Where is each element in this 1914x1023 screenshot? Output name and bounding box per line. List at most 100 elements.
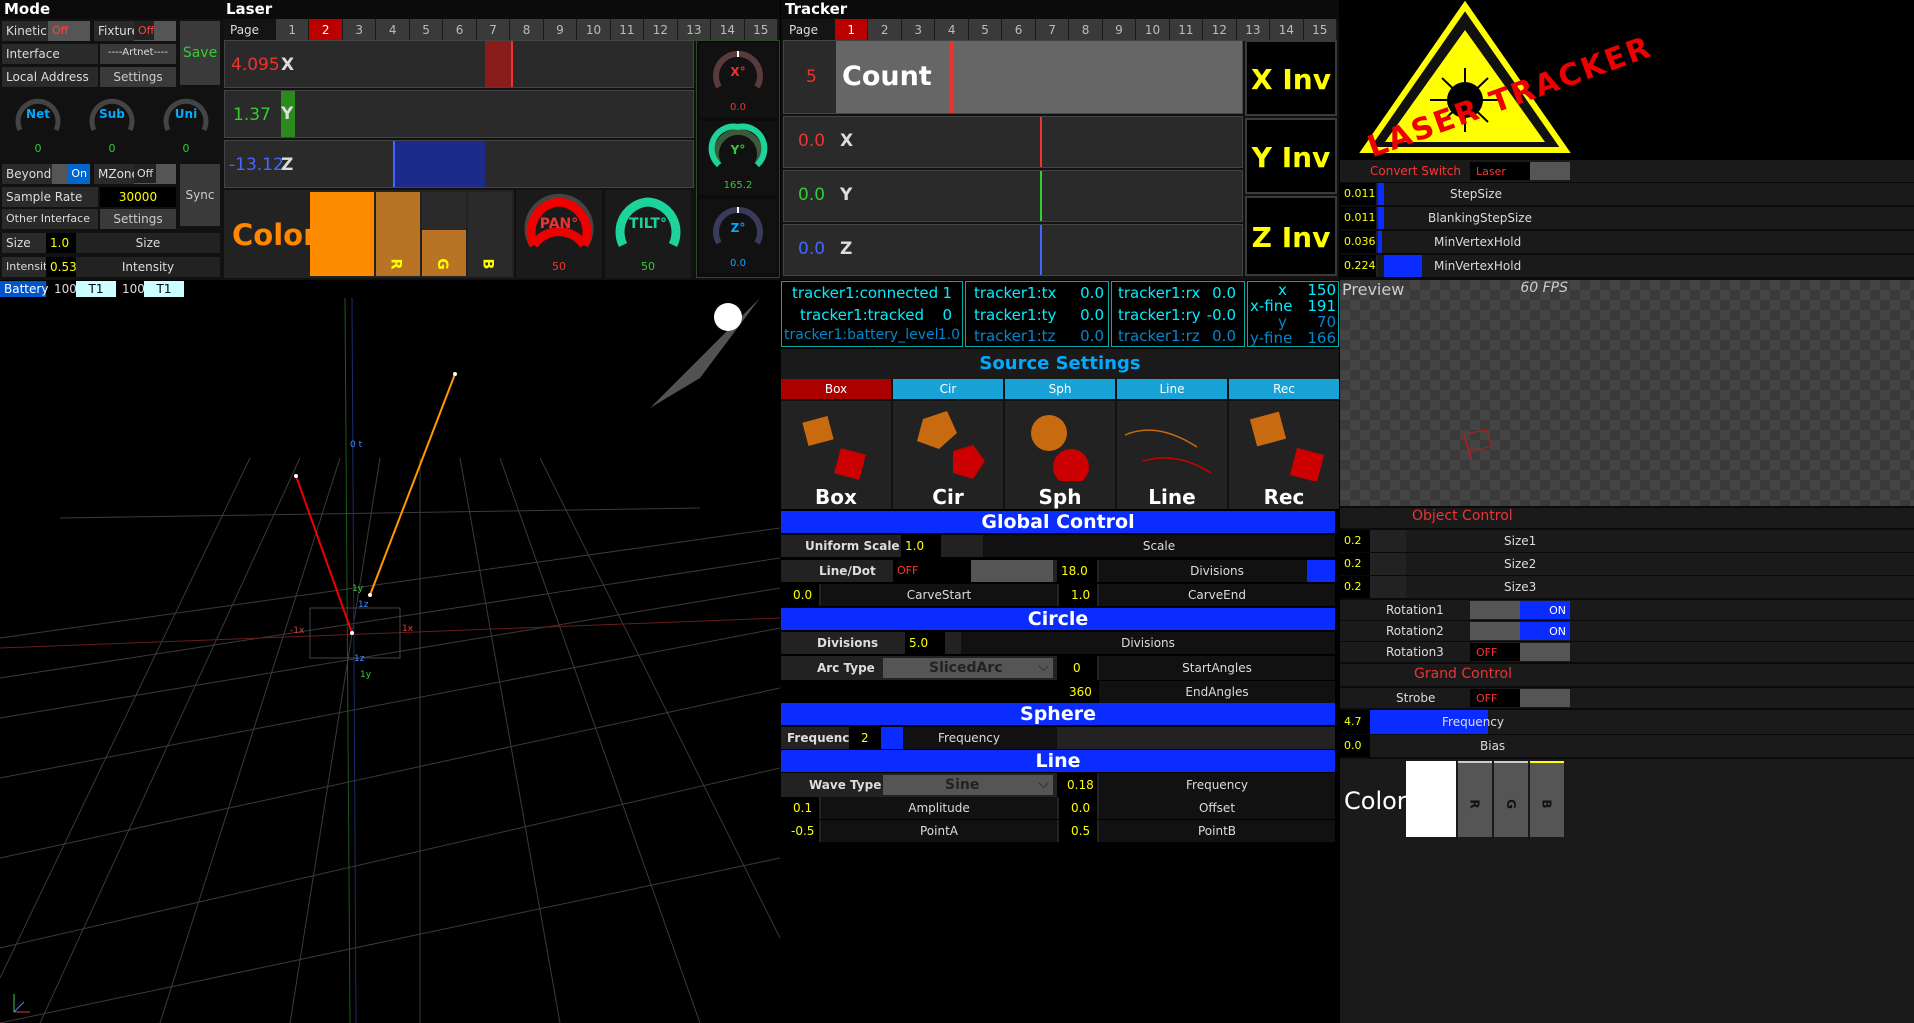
start-angles-value[interactable]: 0 bbox=[1057, 656, 1097, 680]
carve-start-value[interactable]: 0.0 bbox=[781, 584, 819, 606]
source-thumb-cir[interactable]: Cir bbox=[893, 401, 1003, 509]
x-rotation-knob[interactable]: X° 0.0 bbox=[699, 43, 777, 117]
min-vertex-hold-value-1[interactable]: 0.036 bbox=[1340, 231, 1376, 253]
laser-page-13[interactable]: 13 bbox=[677, 19, 712, 41]
z-invert-button[interactable]: Z Inv bbox=[1245, 196, 1337, 276]
y-rotation-knob[interactable]: Y° 165.2 bbox=[699, 121, 777, 195]
tracker-page-10[interactable]: 10 bbox=[1136, 19, 1170, 41]
tracker-page-2[interactable]: 2 bbox=[868, 19, 902, 41]
tracker-page-14[interactable]: 14 bbox=[1270, 19, 1304, 41]
laser-page-11[interactable]: 11 bbox=[610, 19, 645, 41]
tracker-z-slider[interactable]: 0.0 Z bbox=[783, 224, 1243, 276]
kinetic-toggle[interactable]: Off bbox=[48, 21, 90, 41]
rotation2-toggle[interactable]: ON bbox=[1470, 622, 1570, 640]
amplitude-value[interactable]: 0.1 bbox=[781, 797, 819, 819]
laser-page-14[interactable]: 14 bbox=[711, 19, 745, 41]
source-thumb-box[interactable]: Box bbox=[781, 401, 891, 509]
tracker-page-6[interactable]: 6 bbox=[1002, 19, 1036, 41]
source-tab-line[interactable]: Line bbox=[1117, 379, 1227, 399]
divisions-slider[interactable]: Divisions bbox=[1099, 560, 1335, 582]
source-tab-sph[interactable]: Sph bbox=[1005, 379, 1115, 399]
point-a-value[interactable]: -0.5 bbox=[781, 820, 819, 842]
pan-knob[interactable]: PAN° 50 bbox=[516, 190, 602, 278]
source-tab-cir[interactable]: Cir bbox=[893, 379, 1003, 399]
size3-slider[interactable]: Size3 bbox=[1406, 576, 1914, 598]
beyond-toggle[interactable]: On bbox=[52, 164, 90, 184]
other-interface-settings-button[interactable]: Settings bbox=[100, 209, 176, 229]
laser-page-1[interactable]: 1 bbox=[276, 19, 310, 41]
arc-type-dropdown[interactable]: SlicedArc ⌵ bbox=[883, 658, 1053, 678]
laser-page-3[interactable]: 3 bbox=[342, 19, 377, 41]
tracker-page-5[interactable]: 5 bbox=[968, 19, 1003, 41]
convert-switch-toggle[interactable]: Laser bbox=[1470, 162, 1570, 180]
size1-slider[interactable]: Size1 bbox=[1406, 530, 1914, 552]
sphere-frequency-slider[interactable]: Frequency bbox=[881, 727, 1057, 749]
source-thumb-sph[interactable]: Sph bbox=[1005, 401, 1115, 509]
min-vertex-hold-slider-2[interactable]: MinVertexHold bbox=[1378, 255, 1914, 277]
carve-start-slider[interactable]: CarveStart bbox=[821, 584, 1057, 606]
source-thumb-rec[interactable]: Rec bbox=[1229, 401, 1339, 509]
preview-panel[interactable]: Preview 60 FPS bbox=[1340, 280, 1914, 506]
mzone-toggle[interactable]: Off bbox=[134, 164, 176, 184]
grand-frequency-value[interactable]: 4.7 bbox=[1340, 710, 1370, 734]
size2-slider[interactable]: Size2 bbox=[1406, 553, 1914, 575]
carve-end-slider[interactable]: CarveEnd bbox=[1099, 584, 1335, 606]
tracker-page-12[interactable]: 12 bbox=[1203, 19, 1237, 41]
line-dot-toggle[interactable]: OFF bbox=[893, 560, 1053, 582]
carve-end-value[interactable]: 1.0 bbox=[1059, 584, 1097, 606]
laser-page-6[interactable]: 6 bbox=[443, 19, 477, 41]
offset-value[interactable]: 0.0 bbox=[1059, 797, 1097, 819]
laser-page-10[interactable]: 10 bbox=[577, 19, 611, 41]
line-frequency-slider[interactable]: Frequency bbox=[1099, 773, 1335, 797]
y-invert-button[interactable]: Y Inv bbox=[1245, 118, 1337, 194]
laser-x-slider[interactable]: 4.095 X bbox=[224, 40, 694, 88]
laser-page-8[interactable]: 8 bbox=[510, 19, 544, 41]
tracker-page-3[interactable]: 3 bbox=[901, 19, 936, 41]
uni-knob[interactable]: Uni 0 bbox=[150, 90, 222, 160]
laser-page-9[interactable]: 9 bbox=[543, 19, 578, 41]
laser-page-5[interactable]: 5 bbox=[409, 19, 444, 41]
tracker-page-15[interactable]: 15 bbox=[1303, 19, 1338, 41]
source-thumb-line[interactable]: Line bbox=[1117, 401, 1227, 509]
point-a-slider[interactable]: PointA bbox=[821, 820, 1057, 842]
save-button[interactable]: Save bbox=[180, 21, 220, 85]
source-tab-rec[interactable]: Rec bbox=[1229, 379, 1339, 399]
laser-color-block[interactable]: Color R G B bbox=[224, 190, 514, 278]
bias-value[interactable]: 0.0 bbox=[1340, 735, 1370, 757]
net-knob[interactable]: Net 0 bbox=[2, 90, 74, 160]
laser-z-slider[interactable]: -13.12 Z bbox=[224, 140, 694, 188]
offset-slider[interactable]: Offset bbox=[1099, 797, 1335, 819]
blanking-stepsize-value[interactable]: 0.011 bbox=[1340, 207, 1376, 229]
fixture-toggle[interactable]: Off bbox=[134, 21, 176, 41]
size-value[interactable]: 1.0 bbox=[46, 233, 76, 253]
tracker-page-13[interactable]: 13 bbox=[1236, 19, 1271, 41]
intensity-slider[interactable]: Intensity bbox=[76, 257, 220, 277]
tracker-page-7[interactable]: 7 bbox=[1035, 19, 1070, 41]
laser-page-4[interactable]: 4 bbox=[376, 19, 410, 41]
min-vertex-hold-value-2[interactable]: 0.224 bbox=[1340, 255, 1376, 277]
laser-r-channel[interactable]: R bbox=[376, 192, 420, 276]
start-angles-slider[interactable]: StartAngles bbox=[1099, 656, 1335, 680]
stepsize-slider[interactable]: StepSize bbox=[1378, 183, 1914, 205]
tilt-knob[interactable]: TILT° 50 bbox=[605, 190, 691, 278]
uniform-scale-value[interactable]: 1.0 bbox=[901, 535, 941, 557]
sub-knob[interactable]: Sub 0 bbox=[76, 90, 148, 160]
x-invert-button[interactable]: X Inv bbox=[1245, 40, 1337, 116]
tracker-count-slider[interactable]: 5 Count bbox=[783, 40, 1243, 114]
tracker-y-slider[interactable]: 0.0 Y bbox=[783, 170, 1243, 222]
sync-button[interactable]: Sync bbox=[180, 164, 220, 226]
point-b-slider[interactable]: PointB bbox=[1099, 820, 1335, 842]
blanking-stepsize-slider[interactable]: BlankingStepSize bbox=[1378, 207, 1914, 229]
grand-frequency-slider[interactable]: Frequency bbox=[1370, 710, 1914, 734]
rotation3-toggle[interactable]: OFF bbox=[1470, 643, 1570, 661]
tracker-page-9[interactable]: 9 bbox=[1102, 19, 1137, 41]
laser-page-15[interactable]: 15 bbox=[744, 19, 779, 41]
circle-divisions-slider[interactable]: Divisions bbox=[961, 632, 1335, 654]
laser-page-2[interactable]: 2 bbox=[309, 19, 343, 41]
source-tab-box[interactable]: Box bbox=[781, 379, 891, 399]
tracker-page-4[interactable]: 4 bbox=[935, 19, 969, 41]
amplitude-slider[interactable]: Amplitude bbox=[821, 797, 1057, 819]
bias-slider[interactable]: Bias bbox=[1370, 735, 1914, 757]
tracker-page-11[interactable]: 11 bbox=[1169, 19, 1204, 41]
tracker-x-slider[interactable]: 0.0 X bbox=[783, 116, 1243, 168]
